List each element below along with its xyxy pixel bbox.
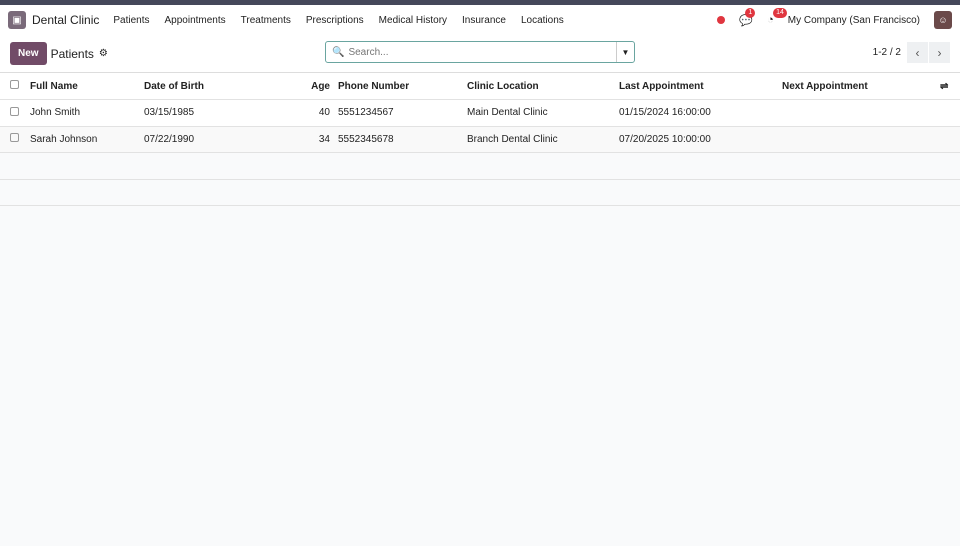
search-bar: 🔍 ▼: [325, 41, 635, 63]
pager-previous-button[interactable]: ‹: [907, 42, 928, 63]
cell-clinic-location: Main Dental Clinic: [463, 99, 615, 127]
row-checkbox[interactable]: [10, 133, 19, 143]
cell-date-of-birth: 07/22/1990: [140, 126, 250, 153]
col-clinic-location[interactable]: Clinic Location: [463, 73, 615, 100]
empty-row: [0, 152, 960, 180]
pager-next-button[interactable]: ›: [929, 42, 950, 63]
menu-appointments[interactable]: Appointments: [165, 15, 226, 26]
search-options-toggle[interactable]: ▼: [616, 42, 634, 62]
search-icon: 🔍: [332, 46, 345, 58]
messages-button[interactable]: 💬 1: [739, 7, 756, 27]
chevron-right-icon: ›: [937, 45, 942, 60]
menu-locations[interactable]: Locations: [521, 15, 564, 26]
table-row[interactable]: John Smith 03/15/1985 40 5551234567 Main…: [0, 99, 960, 127]
col-next-appointment[interactable]: Next Appointment: [778, 73, 936, 100]
cell-next-appointment: [778, 126, 936, 153]
page-title: Patients: [50, 46, 94, 61]
status-dot-icon[interactable]: [717, 16, 726, 24]
menu-medical-history[interactable]: Medical History: [379, 15, 447, 26]
cell-clinic-location: Branch Dental Clinic: [463, 126, 615, 153]
pager: 1-2 / 2 ‹ ›: [873, 42, 950, 63]
clock-icon: ◔: [767, 14, 774, 26]
cell-date-of-birth: 03/15/1985: [140, 99, 250, 127]
optional-columns-icon[interactable]: ⇌: [940, 81, 948, 92]
chevron-left-icon: ‹: [915, 45, 920, 60]
control-panel: New Patients ⚙ 🔍 ▼ 1-2 / 2 ‹ ›: [0, 35, 960, 73]
col-date-of-birth[interactable]: Date of Birth: [140, 73, 250, 100]
activities-badge: 14: [773, 8, 787, 18]
app-name[interactable]: Dental Clinic: [32, 13, 99, 27]
cell-last-appointment: 07/20/2025 10:00:00: [615, 126, 778, 153]
navbar: ▣ Dental Clinic Patients Appointments Tr…: [0, 5, 960, 35]
cell-age: 40: [250, 99, 334, 127]
menu-prescriptions[interactable]: Prescriptions: [306, 15, 364, 26]
cell-phone: 5551234567: [334, 99, 463, 127]
row-checkbox[interactable]: [10, 106, 19, 116]
cell-phone: 5552345678: [334, 126, 463, 153]
pager-value[interactable]: 1-2 / 2: [873, 47, 901, 58]
select-all-checkbox[interactable]: [10, 80, 19, 89]
cell-full-name: John Smith: [26, 99, 140, 127]
app-logo-icon[interactable]: ▣: [8, 11, 26, 29]
messages-badge: 1: [745, 7, 756, 18]
gear-icon[interactable]: ⚙: [99, 48, 108, 59]
col-last-appointment[interactable]: Last Appointment: [615, 73, 778, 100]
caret-down-icon: ▼: [621, 47, 630, 57]
cell-age: 34: [250, 126, 334, 153]
company-switcher[interactable]: My Company (San Francisco): [788, 15, 920, 26]
menu-patients[interactable]: Patients: [113, 15, 149, 26]
patients-table: Full Name Date of Birth Age Phone Number…: [0, 73, 960, 206]
empty-row: [0, 179, 960, 206]
cell-next-appointment: [778, 99, 936, 127]
menu-insurance[interactable]: Insurance: [462, 15, 506, 26]
search-input[interactable]: [344, 46, 616, 58]
cell-full-name: Sarah Johnson: [26, 126, 140, 153]
new-button[interactable]: New: [10, 42, 47, 65]
table-header: Full Name Date of Birth Age Phone Number…: [0, 73, 960, 100]
user-avatar[interactable]: ☺: [934, 11, 952, 29]
cell-last-appointment: 01/15/2024 16:00:00: [615, 99, 778, 127]
activities-button[interactable]: ◔ 14: [767, 8, 787, 26]
col-age[interactable]: Age: [250, 73, 334, 100]
table-row[interactable]: Sarah Johnson 07/22/1990 34 5552345678 B…: [0, 126, 960, 153]
menu-treatments[interactable]: Treatments: [241, 15, 291, 26]
col-phone-number[interactable]: Phone Number: [334, 73, 463, 100]
col-full-name[interactable]: Full Name: [26, 73, 140, 100]
